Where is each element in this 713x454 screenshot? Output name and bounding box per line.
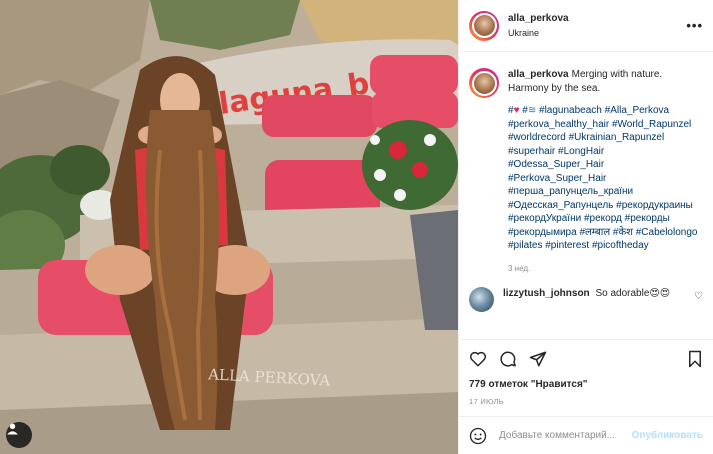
author-avatar[interactable]: [469, 10, 499, 41]
post-photo[interactable]: laguna_beach ALLA PERKOVA: [0, 0, 458, 454]
hashtag[interactable]: #рекордУкраїни: [508, 213, 581, 224]
comment-text: So adorable😍😍: [595, 288, 671, 299]
caption-username[interactable]: alla_perkova: [508, 69, 569, 80]
post-date[interactable]: 17 ИЮЛЬ: [459, 393, 713, 416]
hashtag[interactable]: #World_Rapunzel: [612, 119, 691, 130]
caption-body: alla_perkova Merging with nature. Harmony…: [508, 68, 703, 275]
wave-emoji: ≋: [527, 105, 537, 116]
hashtag[interactable]: #Perkova_Super_Hair: [508, 173, 606, 184]
emoji-icon[interactable]: [469, 427, 487, 445]
post-header: alla_perkova Ukraine •••: [459, 0, 713, 52]
commenter-avatar[interactable]: [469, 287, 494, 312]
instagram-post: laguna_beach ALLA PERKOVA alla_perkova U…: [0, 0, 713, 454]
hashtag[interactable]: #рекорды: [625, 213, 670, 224]
add-comment-bar: Опубликовать: [459, 416, 713, 454]
comment-button[interactable]: [499, 350, 517, 368]
person-icon: [7, 423, 18, 435]
post-side-panel: alla_perkova Ukraine ••• alla_perkova Mer…: [458, 0, 713, 454]
hashtag[interactable]: #Ukrainian_Rapunzel: [569, 132, 665, 143]
like-button[interactable]: [469, 350, 487, 368]
comment-body: lizzytush_johnson So adorable😍😍: [503, 287, 683, 300]
hashtag[interactable]: #рекордымира: [508, 227, 577, 238]
hashtag[interactable]: #рекордукраины: [616, 200, 693, 211]
hashtag[interactable]: #picoftheday: [592, 240, 649, 251]
hashtag[interactable]: #लम्बाल: [579, 227, 610, 238]
caption-avatar-image: [471, 70, 497, 96]
hashtag[interactable]: #перша_рапунцель_країни: [508, 186, 633, 197]
post-location[interactable]: Ukraine: [508, 26, 569, 40]
user-tags-button[interactable]: [6, 422, 32, 448]
hashtag[interactable]: #LongHair: [558, 146, 604, 157]
commenter-username[interactable]: lizzytush_johnson: [503, 288, 590, 299]
hashtag[interactable]: #Alla_Perkova: [605, 105, 669, 116]
hashtag[interactable]: #worldrecord: [508, 132, 566, 143]
caption: alla_perkova Merging with nature. Harmony…: [469, 68, 703, 275]
comments-area[interactable]: alla_perkova Merging with nature. Harmony…: [459, 52, 713, 339]
hashtag[interactable]: #Cabelolongo: [636, 227, 698, 238]
hashtag[interactable]: #Odessa_Super_Hair: [508, 159, 604, 170]
share-icon: [529, 351, 547, 366]
hashtag[interactable]: #केश: [613, 227, 633, 238]
caption-avatar[interactable]: [469, 68, 499, 98]
likes-count[interactable]: 779 отметок "Нравится": [459, 377, 713, 393]
more-options-icon[interactable]: •••: [686, 18, 703, 33]
author-info: alla_perkova Ukraine: [508, 12, 569, 40]
author-avatar-image: [471, 13, 497, 38]
bookmark-icon: [689, 350, 701, 367]
author-username[interactable]: alla_perkova: [508, 12, 569, 26]
caption-time-ago: 3 нед.: [508, 263, 531, 273]
publish-button[interactable]: Опубликовать: [632, 430, 703, 441]
hashtag[interactable]: #superhair: [508, 146, 555, 157]
comment-input[interactable]: [497, 429, 632, 442]
hashtag[interactable]: #Одесская_Рапунцель: [508, 200, 613, 211]
comment-like-icon[interactable]: ♡: [694, 287, 703, 302]
photo-illustration: laguna_beach ALLA PERKOVA: [0, 0, 458, 454]
heart-icon: [469, 351, 487, 366]
action-bar: [459, 339, 713, 377]
comment-item: lizzytush_johnson So adorable😍😍 ♡: [469, 287, 703, 312]
save-button[interactable]: [687, 350, 703, 368]
heart-emoji: ♥: [513, 105, 520, 116]
hashtag[interactable]: #pilates: [508, 240, 542, 251]
hashtag[interactable]: #pinterest: [545, 240, 589, 251]
hashtag[interactable]: #lagunabeach: [539, 105, 602, 116]
comment-icon: [500, 351, 516, 367]
hashtag-list: #♥ #≋ #lagunabeach #Alla_Perkova #perkov…: [508, 104, 703, 253]
share-button[interactable]: [529, 350, 547, 368]
hashtag[interactable]: #perkova_healthy_hair: [508, 119, 609, 130]
hashtag[interactable]: #рекорд: [584, 213, 622, 224]
